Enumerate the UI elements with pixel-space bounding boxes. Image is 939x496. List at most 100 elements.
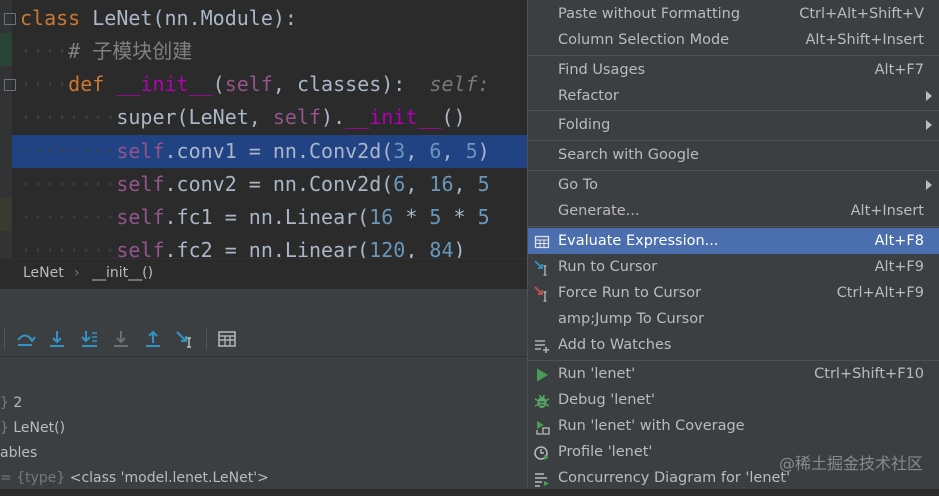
code-token: self [116, 172, 165, 196]
evaluate-expression-icon[interactable] [216, 328, 238, 350]
variable-value: LeNet() [13, 420, 66, 436]
code-line-4[interactable]: ········super(LeNet, self).__init__() [20, 101, 530, 134]
menu-item-find-usages[interactable]: Find Usages Alt+F7 [528, 57, 939, 83]
code-token: 5 [477, 205, 490, 229]
menu-item-folding[interactable]: Folding [528, 112, 939, 138]
breadcrumb-class[interactable]: LeNet [23, 265, 64, 281]
indent-guide: ········ [20, 172, 117, 196]
step-out-icon[interactable] [142, 328, 164, 350]
step-over-icon[interactable] [14, 328, 36, 350]
code-token: (LeNet, [176, 105, 273, 129]
menu-item-column-selection-mode[interactable]: Column Selection Mode Alt+Shift+Insert [528, 27, 939, 53]
code-token: , classes): [272, 72, 430, 96]
menu-item-label: amp;Jump To Cursor [558, 311, 705, 327]
code-line-1[interactable]: class LeNet(nn.Module): [20, 2, 530, 35]
variable-prefix: } [0, 395, 14, 411]
code-line-2[interactable]: ····# 子模块创建 [20, 35, 530, 68]
menu-item-label: Profile 'lenet' [558, 444, 653, 460]
variable-prefix: = [0, 470, 17, 486]
menu-item-shortcut: Ctrl+Shift+F10 [814, 366, 924, 382]
variable-row[interactable]: ables [0, 441, 37, 466]
code-token: LeNet(nn.Module): [92, 6, 297, 30]
code-line-6[interactable]: ········self.conv2 = nn.Conv2d(6, 16, 5 [20, 168, 530, 201]
submenu-arrow-icon [926, 180, 932, 190]
debug-toolbar [0, 322, 530, 357]
force-step-into-icon[interactable] [110, 328, 132, 350]
code-token: self [272, 105, 322, 129]
fold-toggle-icon[interactable] [4, 79, 16, 91]
gutter-change-marker [0, 33, 12, 66]
code-token: self [116, 205, 165, 229]
menu-item-label: Go To [558, 177, 598, 193]
menu-separator [528, 170, 939, 171]
code-token: ) [477, 139, 490, 163]
menu-item-label: Paste without Formatting [558, 6, 741, 22]
menu-item-shortcut: Alt+F8 [874, 233, 924, 249]
menu-item-refactor[interactable]: Refactor [528, 83, 939, 109]
code-token: ( [212, 72, 225, 96]
code-token: , [405, 172, 430, 196]
code-token: 5 [429, 205, 442, 229]
indent-guide: ···· [20, 72, 69, 96]
menu-item-search-with-google[interactable]: Search with Google [528, 142, 939, 168]
menu-item-evaluate-expression[interactable]: Evaluate Expression... Alt+F8 [528, 228, 939, 254]
breadcrumb-method[interactable]: __init__() [92, 265, 153, 281]
code-line-7[interactable]: ········self.fc1 = nn.Linear(16 * 5 * 5 [20, 201, 530, 234]
run-to-cursor-icon [534, 259, 550, 276]
menu-separator [528, 226, 939, 227]
code-token: 5 [477, 172, 490, 196]
code-token: , [441, 139, 466, 163]
code-token: self [116, 139, 165, 163]
code-editor[interactable]: class LeNet(nn.Module): ····# 子模块创建 ····… [0, 0, 530, 258]
variable-row[interactable]: } 2 [0, 391, 22, 416]
code-token: 16 [429, 172, 454, 196]
step-into-icon[interactable] [46, 328, 68, 350]
menu-item-generate[interactable]: Generate... Alt+Insert [528, 198, 939, 224]
gutter-change-marker [0, 198, 12, 231]
menu-item-shortcut: Alt+Insert [850, 203, 924, 219]
code-token: self: [429, 72, 490, 96]
force-run-to-cursor-icon [534, 285, 550, 302]
menu-item-label: Evaluate Expression... [558, 233, 719, 249]
menu-item-force-run-to-cursor[interactable]: Force Run to Cursor Ctrl+Alt+F9 [528, 280, 939, 306]
menu-item-label: Run 'lenet' [558, 366, 636, 382]
menu-item-add-to-watches[interactable]: Add to Watches [528, 332, 939, 358]
variable-value: 2 [13, 395, 23, 411]
code-line-5-current[interactable]: ········self.conv1 = nn.Conv2d(3, 6, 5) [12, 135, 530, 168]
run-to-cursor-icon[interactable] [174, 328, 196, 350]
run-icon [534, 366, 550, 382]
code-token: .fc1 = nn.Linear( [164, 205, 370, 229]
menu-item-debug-lenet[interactable]: Debug 'lenet' [528, 387, 939, 413]
code-line-3[interactable]: ····def __init__(self, classes): self: [20, 68, 530, 101]
fold-toggle-icon[interactable] [4, 13, 16, 25]
menu-item-label: Debug 'lenet' [558, 392, 656, 408]
debug-icon [534, 392, 550, 408]
variable-row[interactable]: = {type} <class 'model.lenet.LeNet'> [0, 466, 269, 491]
indent-guide: ········ [20, 139, 117, 163]
code-line-8[interactable]: ········self.fc2 = nn.Linear(120, 84) [20, 234, 530, 258]
variable-type: {type} [16, 470, 66, 486]
menu-item-label: Generate... [558, 203, 640, 219]
variable-row[interactable]: } LeNet() [0, 416, 65, 441]
profile-icon [534, 444, 550, 460]
code-token: ) [453, 238, 466, 258]
menu-item-go-to[interactable]: Go To [528, 172, 939, 198]
menu-item-label: Add to Watches [558, 337, 672, 353]
menu-item-run-to-cursor[interactable]: Run to Cursor Alt+F9 [528, 254, 939, 280]
menu-item-paste-without-formatting[interactable]: Paste without Formatting Ctrl+Alt+Shift+V [528, 1, 939, 27]
indent-guide: ········ [20, 238, 117, 258]
variable-value: <class 'model.lenet.LeNet'> [69, 470, 269, 486]
menu-item-run-lenet[interactable]: Run 'lenet' Ctrl+Shift+F10 [528, 361, 939, 387]
code-token: 6 [429, 139, 442, 163]
code-token: , [453, 172, 478, 196]
menu-separator [528, 110, 939, 111]
menu-item-label: Force Run to Cursor [558, 285, 702, 301]
debug-panel-header [0, 289, 530, 323]
step-into-my-code-icon[interactable] [78, 328, 100, 350]
menu-item-run-with-coverage[interactable]: Run 'lenet' with Coverage [528, 413, 939, 439]
evaluate-expression-icon [534, 233, 550, 249]
menu-item-jump-to-cursor[interactable]: amp;Jump To Cursor [528, 306, 939, 332]
submenu-arrow-icon [926, 120, 932, 130]
watermark: @稀土掘金技术社区 [778, 454, 923, 473]
menu-separator [528, 55, 939, 56]
